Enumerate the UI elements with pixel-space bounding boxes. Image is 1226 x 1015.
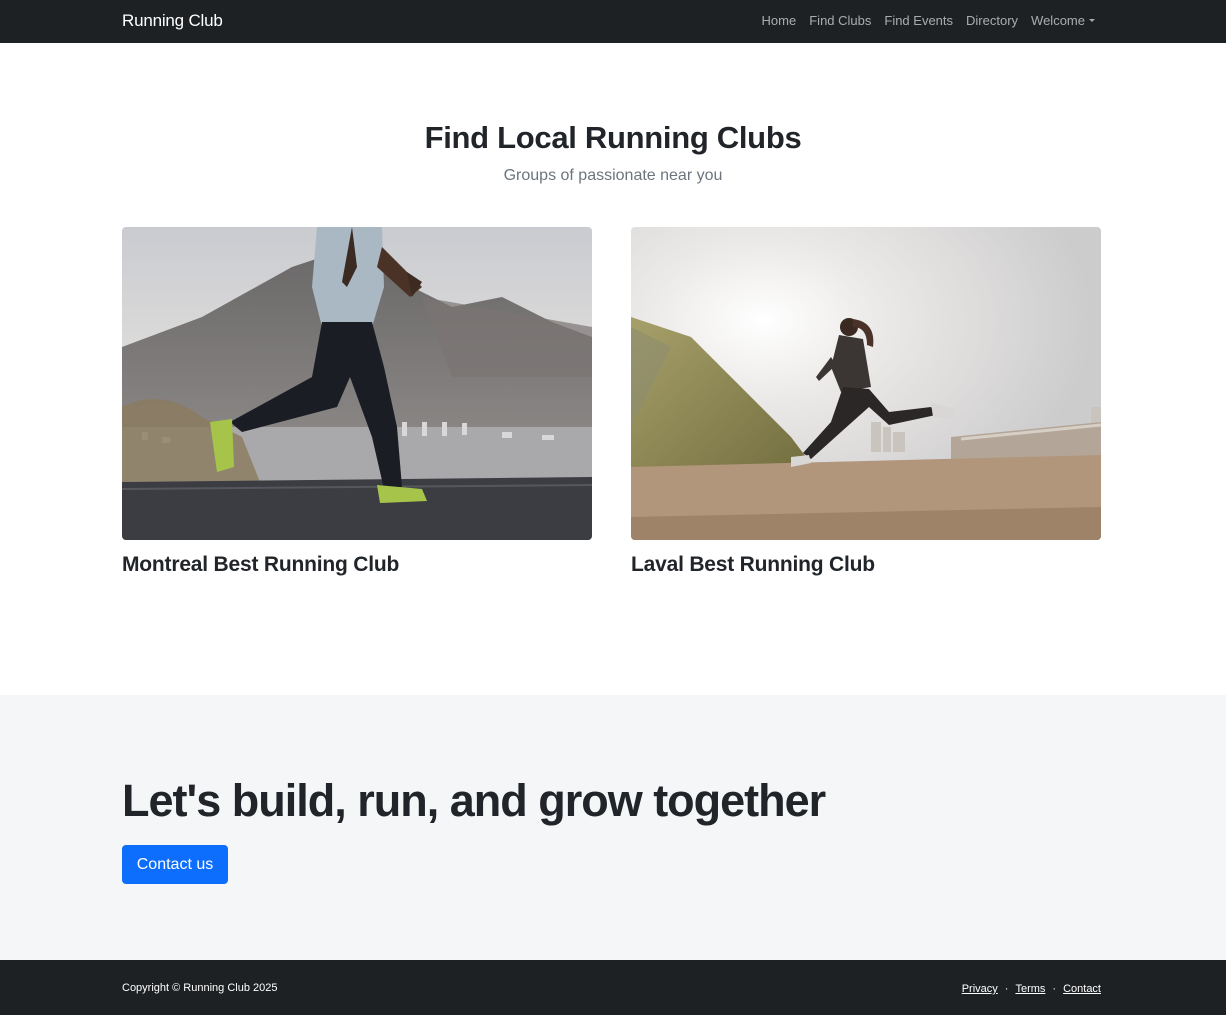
club-card-title[interactable]: Laval Best Running Club [631,553,1101,577]
caret-down-icon [1089,19,1095,22]
footer-separator: · [1052,983,1057,995]
nav-link-find-clubs[interactable]: Find Clubs [809,13,871,28]
footer-separator: · [1004,983,1009,995]
footer-link-contact[interactable]: Contact [1063,983,1101,995]
club-card[interactable]: Montreal Best Running Club [122,227,592,577]
cta-section: Let's build, run, and grow together Cont… [0,695,1226,960]
nav-link-find-events[interactable]: Find Events [884,13,953,28]
footer-link-privacy[interactable]: Privacy [962,983,998,995]
top-navbar: Running Club Home Find Clubs Find Events… [0,0,1226,43]
club-card-image[interactable] [122,227,592,540]
footer: Copyright © Running Club 2025 Privacy · … [0,960,1226,1015]
welcome-dropdown[interactable]: Welcome [1031,13,1095,28]
cta-title: Let's build, run, and grow together [122,775,826,826]
club-card[interactable]: Laval Best Running Club [631,227,1101,577]
footer-link-terms[interactable]: Terms [1015,983,1045,995]
nav-links: Home Find Clubs Find Events Directory We… [749,13,1095,28]
page-subtitle: Groups of passionate near you [503,167,723,184]
welcome-dropdown-label: Welcome [1031,13,1085,28]
page-title: Find Local Running Clubs [424,120,802,155]
copyright-text: Copyright © Running Club 2025 [122,982,278,994]
contact-us-button[interactable]: Contact us [122,845,228,884]
nav-link-home[interactable]: Home [762,13,797,28]
brand-link[interactable]: Running Club [122,11,223,31]
club-card-title[interactable]: Montreal Best Running Club [122,553,592,577]
nav-link-directory[interactable]: Directory [966,13,1018,28]
footer-links: Privacy · Terms · Contact [962,983,1101,995]
club-card-image[interactable] [631,227,1101,540]
